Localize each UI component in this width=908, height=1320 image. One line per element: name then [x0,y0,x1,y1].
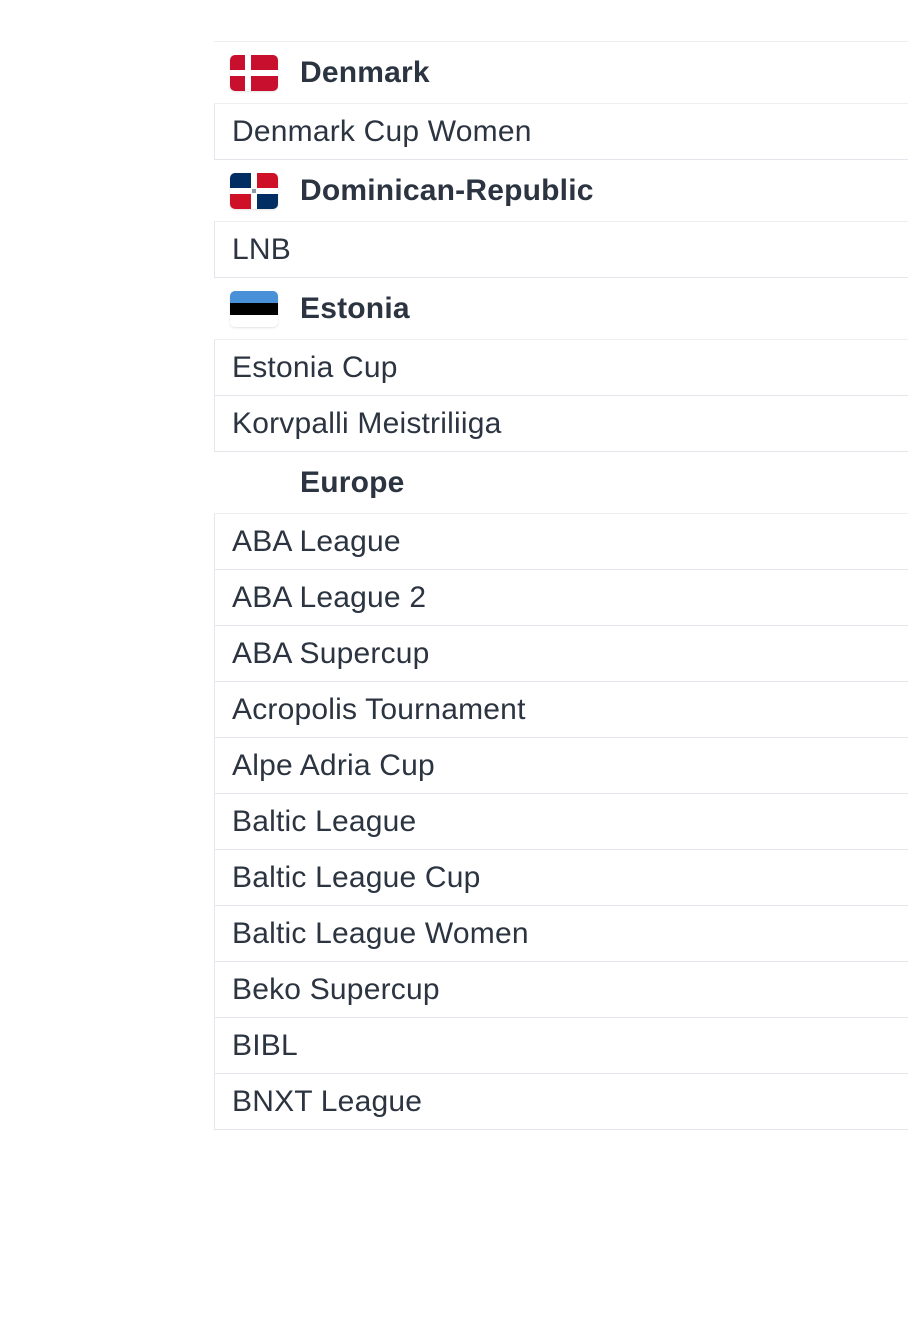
country-name: Estonia [300,291,410,325]
league-name: Estonia Cup [232,350,398,384]
league-item[interactable]: LNB [214,222,908,278]
denmark-flag-icon [230,54,278,91]
country-name: Europe [300,465,405,499]
country-header-denmark: Denmark [214,42,908,104]
league-name: Denmark Cup Women [232,114,532,148]
league-item[interactable]: Korvpalli Meistriliiga [214,396,908,452]
league-name: BIBL [232,1028,298,1062]
country-header-dominican-republic: Dominican-Republic [214,160,908,222]
league-name: Baltic League [232,804,417,838]
country-name: Denmark [300,55,430,89]
league-name: LNB [232,232,291,266]
league-name: Alpe Adria Cup [232,748,435,782]
league-name: Baltic League Women [232,916,529,950]
league-item[interactable]: Baltic League Women [214,906,908,962]
league-name: Baltic League Cup [232,860,481,894]
league-item[interactable]: ABA Supercup [214,626,908,682]
competition-list: Denmark Denmark Cup Women Dominican-Repu… [214,41,908,1130]
league-item[interactable]: Alpe Adria Cup [214,738,908,794]
estonia-flag-icon [230,290,278,327]
league-item[interactable]: Baltic League Cup [214,850,908,906]
league-item[interactable]: BIBL [214,1018,908,1074]
league-name: ABA Supercup [232,636,430,670]
league-item[interactable]: Acropolis Tournament [214,682,908,738]
league-item[interactable]: Beko Supercup [214,962,908,1018]
league-item[interactable]: Denmark Cup Women [214,104,908,160]
league-item[interactable]: BNXT League [214,1074,908,1130]
league-name: ABA League 2 [232,580,427,614]
league-name: Beko Supercup [232,972,440,1006]
country-header-estonia: Estonia [214,278,908,340]
league-name: BNXT League [232,1084,423,1118]
league-item[interactable]: Baltic League [214,794,908,850]
league-name: Korvpalli Meistriliiga [232,406,502,440]
league-name: ABA League [232,524,401,558]
country-header-europe: Europe [214,452,908,514]
country-name: Dominican-Republic [300,173,594,207]
dominican-republic-flag-icon [230,172,278,209]
league-item[interactable]: Estonia Cup [214,340,908,396]
league-item[interactable]: ABA League [214,514,908,570]
league-name: Acropolis Tournament [232,692,526,726]
league-item[interactable]: ABA League 2 [214,570,908,626]
europe-flag-icon [230,465,278,501]
